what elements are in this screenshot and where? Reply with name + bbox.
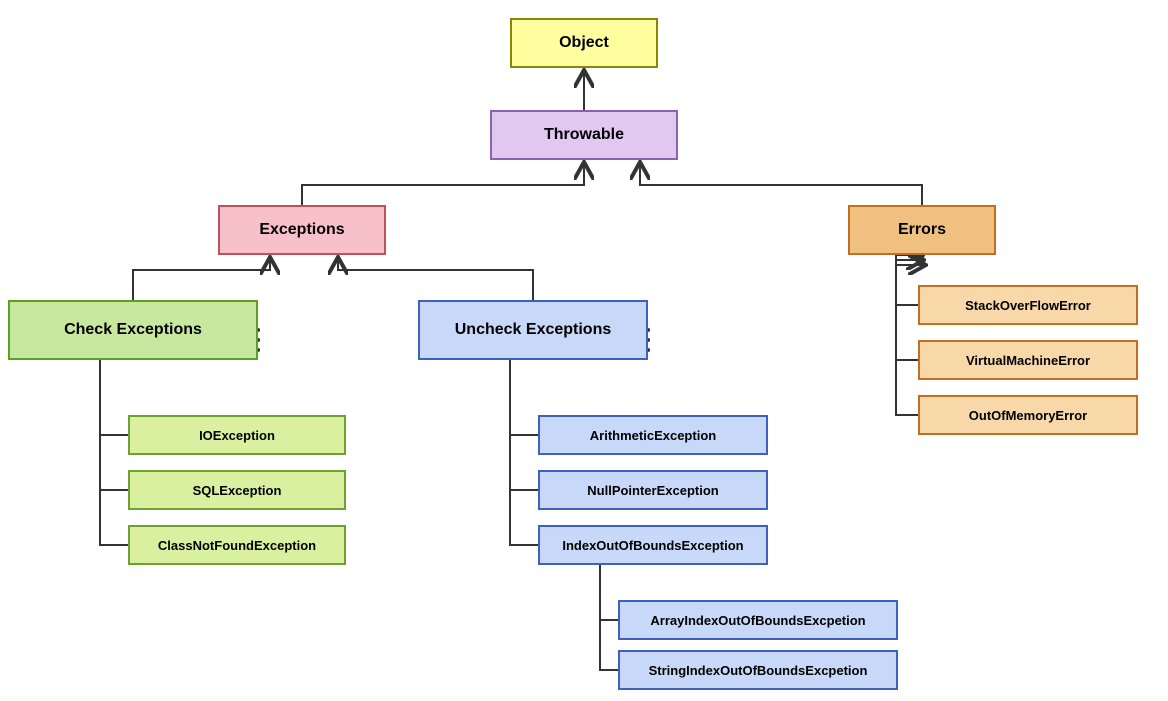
indexoutofbounds-label: IndexOutOfBoundsException [562,538,743,553]
node-outofmemory: OutOfMemoryError [918,395,1138,435]
virtualmachine-label: VirtualMachineError [966,353,1090,368]
node-arrayindex: ArrayIndexOutOfBoundsExcpetion [618,600,898,640]
node-nullpointer: NullPointerException [538,470,768,510]
arithmetic-label: ArithmeticException [590,428,716,443]
node-errors: Errors [848,205,996,255]
node-sqlexception: SQLException [128,470,346,510]
node-uncheck-exceptions: Uncheck Exceptions [418,300,648,360]
errors-label: Errors [898,221,946,239]
stackoverflow-label: StackOverFlowError [965,298,1091,313]
node-indexoutofbounds: IndexOutOfBoundsException [538,525,768,565]
node-check-exceptions: Check Exceptions [8,300,258,360]
exceptions-label: Exceptions [259,221,344,239]
node-exceptions: Exceptions [218,205,386,255]
uncheck-exceptions-label: Uncheck Exceptions [455,321,612,339]
node-arithmetic: ArithmeticException [538,415,768,455]
node-classnotfound: ClassNotFoundException [128,525,346,565]
check-exceptions-label: Check Exceptions [64,321,202,339]
node-stackoverflow: StackOverFlowError [918,285,1138,325]
arrayindex-label: ArrayIndexOutOfBoundsExcpetion [650,613,865,628]
throwable-label: Throwable [544,126,624,144]
ioexception-label: IOException [199,428,275,443]
node-object: Object [510,18,658,68]
outofmemory-label: OutOfMemoryError [969,408,1087,423]
node-ioexception: IOException [128,415,346,455]
object-label: Object [559,34,609,52]
stringindex-label: StringIndexOutOfBoundsExcpetion [649,663,868,678]
classnotfound-label: ClassNotFoundException [158,538,316,553]
node-throwable: Throwable [490,110,678,160]
node-virtualmachine: VirtualMachineError [918,340,1138,380]
diagram: Object Throwable Exceptions Errors Check… [0,0,1168,701]
node-stringindex: StringIndexOutOfBoundsExcpetion [618,650,898,690]
nullpointer-label: NullPointerException [587,483,718,498]
sqlexception-label: SQLException [193,483,282,498]
